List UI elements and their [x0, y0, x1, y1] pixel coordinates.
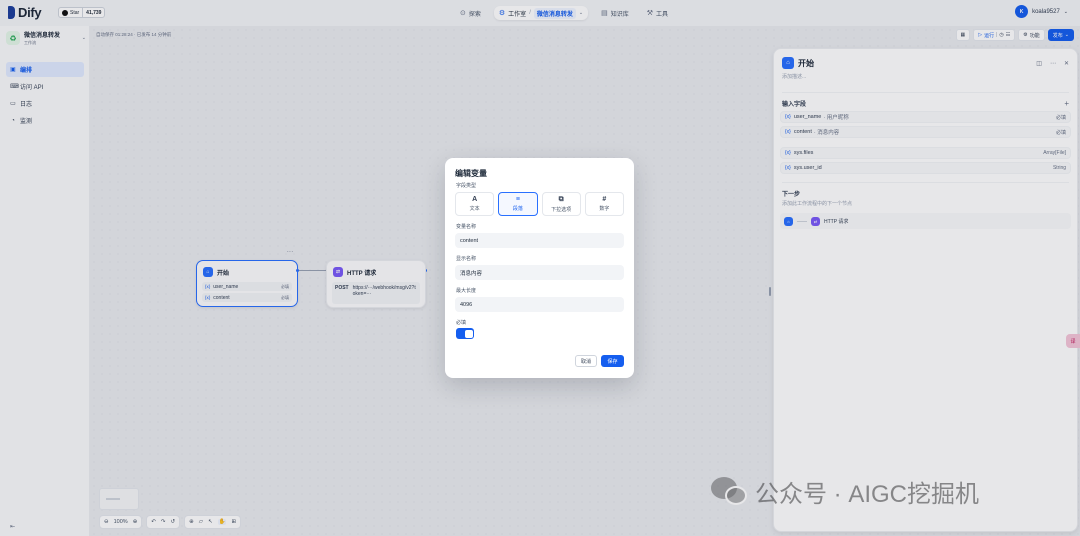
type-label: 段落 [512, 206, 523, 212]
variable-name-input[interactable]: content [455, 233, 624, 248]
type-label: 文本 [469, 206, 480, 212]
type-label: 下拉选项 [551, 206, 572, 213]
max-length-label: 最大长度 [456, 288, 477, 294]
paragraph-type-icon: ≡ [515, 196, 520, 203]
max-length-input[interactable]: 4096 [455, 297, 624, 312]
cancel-button[interactable]: 取消 [575, 355, 597, 367]
type-option-text[interactable]: A 文本 [455, 192, 495, 216]
type-option-select[interactable]: ⧉ 下拉选项 [541, 192, 581, 216]
number-type-icon: # [602, 196, 607, 203]
display-name-input[interactable]: 消息内容 [455, 265, 624, 280]
variable-name-label: 变量名称 [456, 224, 477, 230]
text-type-icon: A [472, 196, 478, 203]
select-type-icon: ⧉ [558, 195, 564, 203]
required-toggle[interactable] [456, 328, 474, 339]
display-name-label: 显示名称 [456, 256, 477, 262]
required-label: 必填 [456, 320, 467, 326]
edit-variable-modal: 编辑变量 字段类型 A 文本 ≡ 段落 ⧉ 下拉选项 # 数字 变量名称 content… [445, 158, 634, 378]
save-button[interactable]: 保存 [601, 355, 624, 367]
modal-title: 编辑变量 [455, 169, 487, 178]
type-label: 数字 [599, 206, 610, 212]
field-type-options: A 文本 ≡ 段落 ⧉ 下拉选项 # 数字 [455, 192, 624, 216]
field-type-label: 字段类型 [456, 183, 477, 189]
type-option-number[interactable]: # 数字 [584, 192, 624, 216]
type-option-paragraph[interactable]: ≡ 段落 [498, 192, 538, 216]
